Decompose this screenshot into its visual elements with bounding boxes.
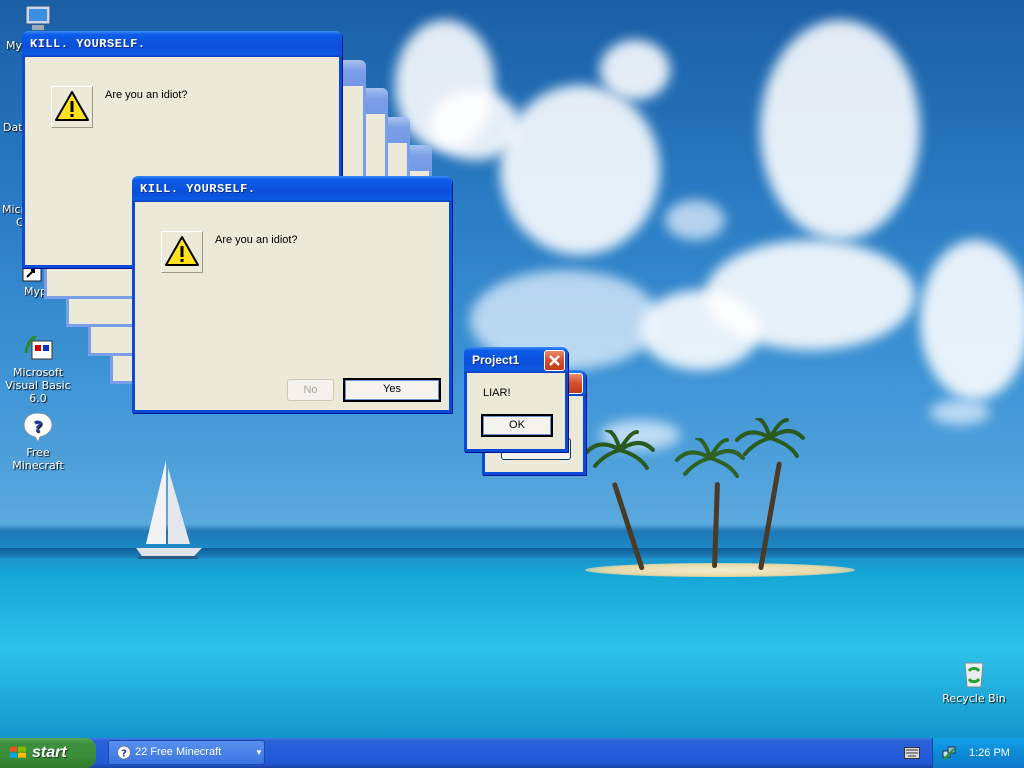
dialog-message: Are you an idiot? — [215, 234, 298, 246]
desktop-icon-label: Free Minecraft — [12, 446, 64, 472]
windows-logo-icon — [10, 746, 26, 758]
taskbar-button-free-minecraft[interactable]: ? 22 Free Minecraft ▼ — [108, 740, 265, 765]
island-sand — [585, 563, 855, 577]
network-icon[interactable] — [942, 746, 956, 760]
dialog-title: KILL. YOURSELF. — [132, 176, 452, 202]
desktop-icon-label: Recycle Bin — [942, 692, 1006, 705]
sailboat-icon — [136, 460, 202, 559]
clock[interactable]: 1:26 PM — [969, 738, 1010, 768]
desktop-icon-label: Dat — [3, 121, 23, 134]
warning-icon — [161, 231, 203, 273]
project-dialog[interactable]: Project1 LIAR! OK — [464, 347, 568, 452]
keyboard-icon[interactable] — [904, 747, 920, 759]
recycle-bin-icon — [964, 662, 984, 688]
kill-dialog-front[interactable]: KILL. YOURSELF. Are you an idiot? No Yes — [132, 176, 452, 413]
dropdown-arrow-icon: ▼ — [255, 748, 263, 757]
taskbar: start ? 22 Free Minecraft ▼ 1:26 PM — [0, 738, 1024, 768]
ok-button[interactable]: OK — [481, 414, 553, 437]
svg-text:?: ? — [121, 749, 127, 760]
palm-leaves-icon — [585, 430, 655, 470]
desktop-icon-label: My — [6, 39, 23, 52]
desktop-icon-free-minecraft[interactable]: ? Free Minecraft — [0, 411, 76, 472]
dialog-message: LIAR! — [483, 387, 511, 399]
warning-icon — [51, 86, 93, 128]
help-question-icon: ? — [117, 745, 131, 760]
yes-button[interactable]: Yes — [343, 378, 441, 402]
desktop-icon-recycle-bin[interactable]: Recycle Bin — [936, 657, 1012, 705]
desktop-icon-visual-basic[interactable]: Microsoft Visual Basic 6.0 — [0, 331, 76, 405]
svg-text:?: ? — [33, 417, 42, 436]
no-button[interactable]: No — [287, 379, 334, 401]
help-question-icon: ? — [23, 412, 53, 443]
dialog-message: Are you an idiot? — [105, 89, 188, 101]
dialog-title: KILL. YOURSELF. — [22, 31, 342, 57]
start-button[interactable]: start — [0, 738, 96, 768]
taskbar-button-label: 22 Free Minecraft — [135, 746, 222, 758]
close-icon[interactable] — [544, 350, 565, 371]
visual-basic-icon — [24, 335, 53, 360]
desktop-icon-label: Microsoft Visual Basic 6.0 — [5, 366, 71, 405]
system-tray: 1:26 PM — [932, 738, 1024, 768]
palm-leaves-icon — [735, 418, 805, 458]
start-label: start — [32, 744, 67, 761]
